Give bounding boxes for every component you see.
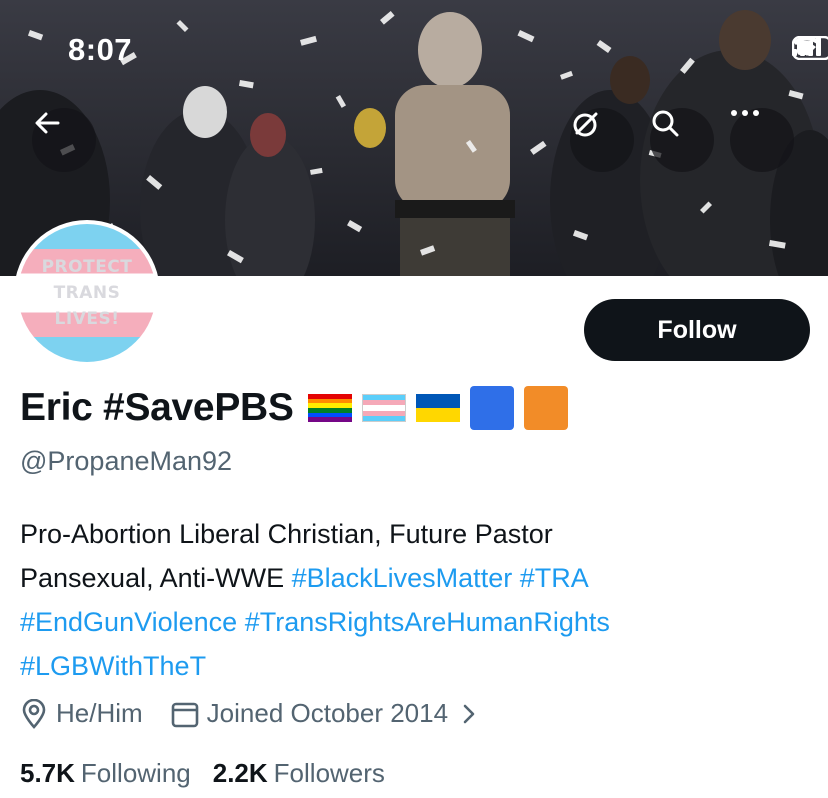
back-button[interactable] (32, 108, 96, 172)
more-button[interactable] (730, 108, 794, 172)
grok-button[interactable] (570, 108, 634, 172)
avatar-text-line: LIVES! (54, 309, 120, 329)
followers-link[interactable]: 2.2K Followers (213, 758, 385, 789)
calendar-icon (171, 702, 198, 727)
orange-square-icon (523, 386, 568, 430)
profile-meta: He/Him Joined October 2014 (20, 698, 514, 729)
hashtag-link[interactable]: #TransRightsAreHumanRights (245, 607, 610, 637)
pronouns-text: He/Him (56, 698, 143, 728)
hashtag-link[interactable]: #TRA (520, 563, 589, 593)
pronouns-item: He/Him (20, 698, 143, 729)
avatar-image: PROTECT TRANS LIVES! (18, 224, 156, 362)
profile-handle: @PropaneMan92 (20, 446, 233, 476)
name-emojis (307, 386, 568, 430)
hashtag-link[interactable]: #EndGunViolence (20, 607, 237, 637)
rainbow-flag-icon (307, 394, 352, 422)
joined-item[interactable]: Joined October 2014 (171, 698, 486, 729)
transgender-flag-icon (361, 394, 406, 422)
follow-button[interactable]: Follow (584, 299, 810, 361)
following-label: Following (80, 758, 191, 788)
bio-text: Pansexual, Anti-WWE (20, 563, 292, 593)
back-arrow-icon (35, 112, 60, 134)
ukraine-flag-icon (415, 394, 460, 422)
display-name: Eric #SavePBS (20, 386, 294, 429)
battery-icon (792, 36, 828, 60)
hashtag-link[interactable]: #BlackLivesMatter (292, 563, 513, 593)
bio-line: Pansexual, Anti-WWE #BlackLivesMatter #T… (20, 556, 820, 600)
status-time: 8:07 (68, 32, 133, 67)
joined-text: Joined October 2014 (206, 698, 449, 728)
following-link[interactable]: 5.7K Following (20, 758, 191, 789)
followers-label: Followers (273, 758, 385, 788)
status-bar: 8:07 (0, 0, 828, 100)
followers-count: 2.2K (212, 758, 268, 788)
search-icon (652, 110, 679, 137)
location-pin-icon (22, 698, 46, 729)
bio-line: #LGBWithTheT (20, 644, 820, 688)
grok-icon (573, 112, 598, 137)
search-button[interactable] (650, 108, 714, 172)
bio-line: #EndGunViolence #TransRightsAreHumanRigh… (20, 600, 820, 644)
display-name-row: Eric #SavePBS (20, 386, 568, 430)
avatar[interactable]: PROTECT TRANS LIVES! (14, 220, 160, 366)
profile-bio: Pro-Abortion Liberal Christian, Future P… (20, 512, 820, 688)
more-icon (731, 110, 759, 116)
hashtag-link[interactable]: #LGBWithTheT (20, 651, 206, 681)
bio-line: Pro-Abortion Liberal Christian, Future P… (20, 519, 553, 549)
avatar-text-line: TRANS (53, 283, 121, 303)
follow-stats: 5.7K Following 2.2K Followers (20, 758, 407, 789)
avatar-text: PROTECT TRANS LIVES! (18, 254, 156, 332)
chevron-right-icon (463, 704, 475, 723)
avatar-text-line: PROTECT (41, 257, 133, 277)
following-count: 5.7K (20, 758, 75, 788)
blue-square-icon (469, 386, 514, 430)
